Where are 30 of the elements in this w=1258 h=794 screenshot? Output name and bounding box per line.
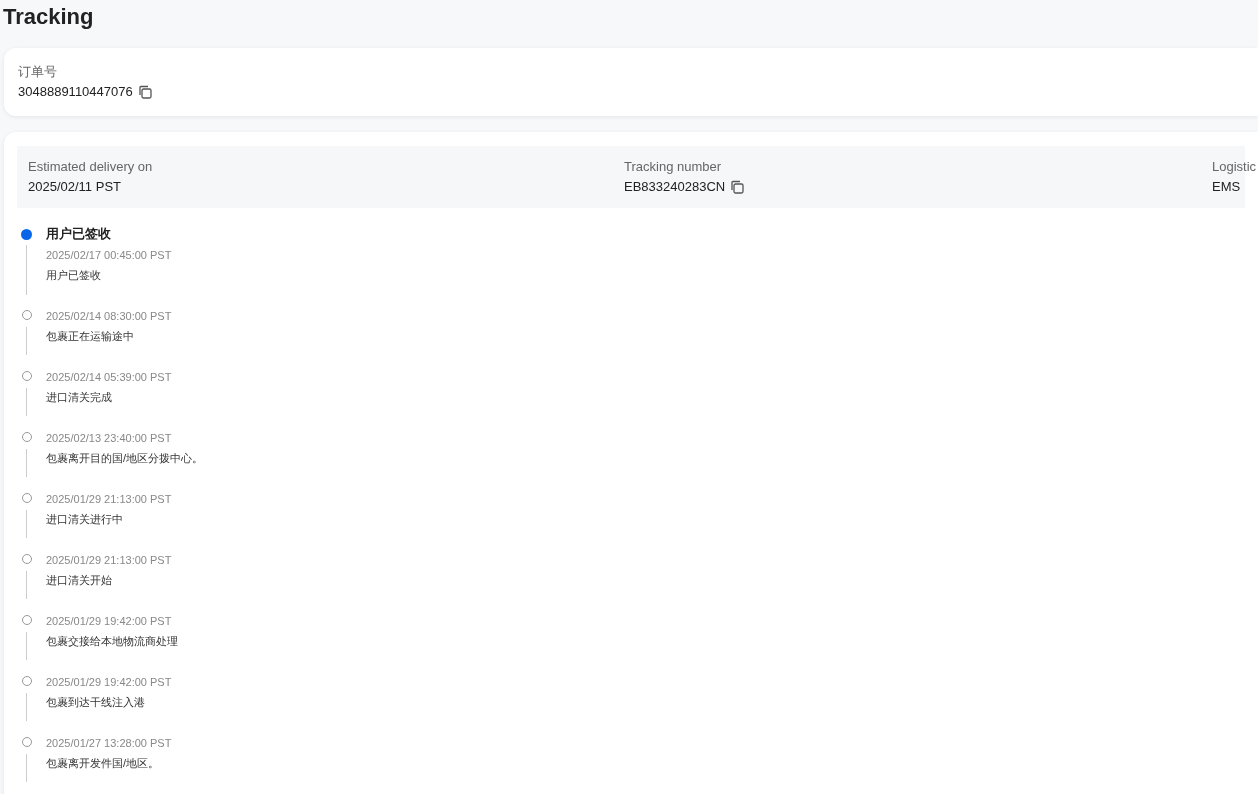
event-description: 用户已签收 (46, 268, 102, 284)
event-time: 2025/02/17 00:45:00 PST (46, 248, 173, 264)
event-time: 2025/02/14 05:39:00 PST (46, 370, 173, 386)
event-description: 进口清关完成 (46, 390, 113, 406)
event-description: 包裹离开目的国/地区分拨中心。 (46, 451, 205, 467)
event-description: 包裹离开发件国/地区。 (46, 756, 161, 772)
event-time: 2025/01/29 19:42:00 PST (46, 675, 173, 691)
summary-label: Tracking number (624, 158, 723, 177)
event-time: 2025/02/14 08:30:00 PST (46, 309, 173, 325)
event-description: 进口清关开始 (46, 573, 113, 589)
summary-label: Logistic (1212, 158, 1257, 177)
status-title: 用户已签收 (46, 225, 112, 244)
event-time: 2025/01/29 21:13:00 PST (46, 553, 173, 569)
summary-value: 2025/02/11 PST (28, 178, 121, 197)
order-label: 订单号 (18, 63, 58, 82)
summary-label: Estimated delivery on (28, 158, 154, 177)
summary-value: EMS (1212, 178, 1241, 197)
copy-icon[interactable] (137, 85, 152, 100)
event-time: 2025/02/13 23:40:00 PST (46, 431, 173, 447)
copy-icon[interactable] (730, 180, 745, 195)
event-description: 包裹到达干线注入港 (46, 695, 146, 711)
event-time: 2025/01/29 19:42:00 PST (46, 614, 173, 630)
page-title: Tracking (3, 4, 95, 31)
event-time: 2025/01/27 13:28:00 PST (46, 736, 173, 752)
event-description: 进口清关进行中 (46, 512, 124, 528)
order-number: 3048889110447076 (18, 83, 133, 102)
summary-value: EB833240283CN (624, 178, 726, 197)
event-time: 2025/01/29 21:13:00 PST (46, 492, 173, 508)
event-description: 包裹交接给本地物流商处理 (46, 634, 179, 650)
event-description: 包裹正在运输途中 (46, 329, 135, 345)
